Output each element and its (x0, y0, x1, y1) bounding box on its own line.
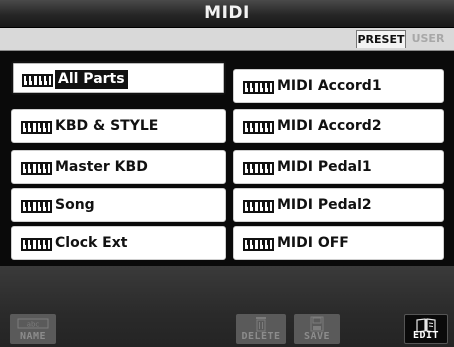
part-button-midi-accord2[interactable]: MIDI Accord2 (233, 109, 444, 143)
delete-button[interactable]: DELETE (236, 314, 286, 344)
part-label: MIDI Accord1 (277, 78, 382, 94)
part-button-midi-off[interactable]: MIDI OFF (233, 226, 444, 260)
tab-preset[interactable]: PRESET (356, 30, 406, 48)
midi-icon (21, 121, 52, 134)
name-icon: abc (17, 318, 49, 329)
part-button-all-parts[interactable]: All Parts (11, 61, 226, 95)
midi-icon (243, 162, 274, 175)
part-label: KBD & STYLE (55, 118, 159, 134)
trash-icon (256, 317, 266, 332)
midi-screen: MIDI PRESET USER All Parts KBD & STYLE M… (0, 0, 454, 347)
midi-icon (22, 74, 53, 87)
part-button-song[interactable]: Song (11, 188, 226, 222)
part-label: MIDI Pedal2 (277, 197, 372, 213)
part-label: Master KBD (55, 159, 148, 175)
name-button[interactable]: abc NAME (10, 314, 56, 344)
midi-icon (243, 200, 274, 213)
midi-icon (243, 81, 274, 94)
midi-template-grid: All Parts KBD & STYLE Master KBD Song Cl… (0, 51, 454, 264)
midi-icon (21, 238, 52, 251)
part-label: MIDI Accord2 (277, 118, 382, 134)
edit-button-label: EDIT (412, 330, 440, 341)
midi-icon (243, 238, 274, 251)
delete-button-label: DELETE (241, 331, 281, 342)
tab-bar: PRESET USER (0, 28, 454, 51)
part-label: All Parts (55, 70, 128, 89)
edit-button[interactable]: EDIT (404, 314, 448, 344)
part-button-midi-pedal1[interactable]: MIDI Pedal1 (233, 150, 444, 184)
part-button-kbd-style[interactable]: KBD & STYLE (11, 109, 226, 143)
part-button-clock-ext[interactable]: Clock Ext (11, 226, 226, 260)
floppy-disk-icon (310, 316, 324, 332)
part-button-midi-pedal2[interactable]: MIDI Pedal2 (233, 188, 444, 222)
function-bar: abc NAME DELETE SAVE EDIT (0, 266, 454, 347)
midi-icon (243, 121, 274, 134)
midi-icon (21, 162, 52, 175)
part-label: MIDI Pedal1 (277, 159, 372, 175)
part-button-midi-accord1[interactable]: MIDI Accord1 (233, 69, 444, 103)
save-button[interactable]: SAVE (294, 314, 340, 344)
part-label: MIDI OFF (277, 235, 349, 251)
part-button-master-kbd[interactable]: Master KBD (11, 150, 226, 184)
window-title: MIDI (204, 3, 250, 23)
part-label: Song (55, 197, 95, 213)
name-button-label: NAME (19, 331, 47, 342)
tab-user[interactable]: USER (407, 30, 449, 48)
title-bar: MIDI (0, 0, 454, 28)
save-button-label: SAVE (303, 331, 331, 342)
svg-text:abc: abc (27, 321, 40, 329)
midi-icon (21, 200, 52, 213)
part-label: Clock Ext (55, 235, 128, 251)
